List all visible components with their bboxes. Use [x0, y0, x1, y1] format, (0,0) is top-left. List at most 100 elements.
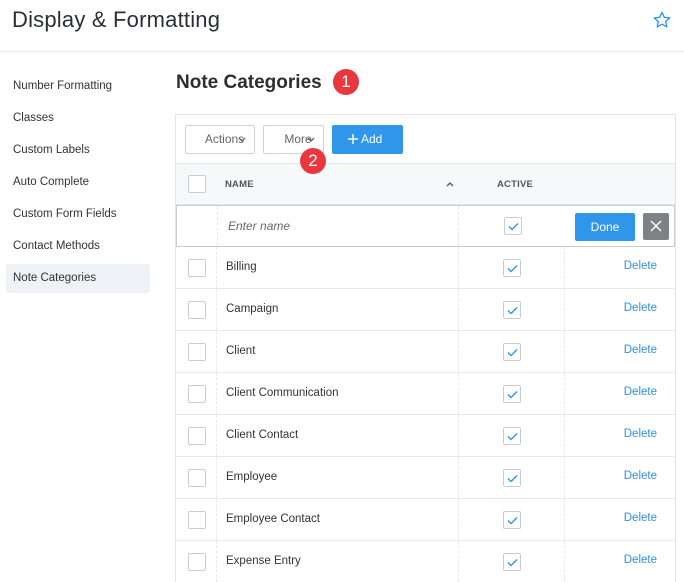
- row-active-checkbox[interactable]: [503, 301, 521, 319]
- cell-divider: [458, 247, 459, 288]
- category-name: Client: [226, 345, 256, 357]
- cell-divider: [564, 541, 565, 582]
- cancel-button[interactable]: [643, 213, 669, 240]
- star-icon[interactable]: [652, 10, 672, 30]
- checkmark-icon: [507, 433, 518, 441]
- cell-divider: [458, 331, 459, 372]
- cell-divider: [564, 499, 565, 540]
- delete-link[interactable]: Delete: [624, 554, 657, 566]
- row-select-checkbox[interactable]: [188, 427, 206, 445]
- row-active-checkbox[interactable]: [503, 259, 521, 277]
- checkmark-icon: [507, 349, 518, 357]
- cell-divider: [458, 289, 459, 330]
- table-toolbar: Actions More Add: [176, 115, 675, 163]
- table-row: Client Communication Delete: [176, 373, 675, 415]
- column-header-active[interactable]: ACTIVE: [497, 179, 533, 190]
- cell-divider: [458, 373, 459, 414]
- table-row: Employee Delete: [176, 457, 675, 499]
- row-select-checkbox[interactable]: [188, 469, 206, 487]
- select-all-checkbox[interactable]: [188, 175, 206, 193]
- table-row: Campaign Delete: [176, 289, 675, 331]
- category-name: Campaign: [226, 303, 279, 315]
- add-button[interactable]: Add: [332, 125, 403, 154]
- actions-dropdown[interactable]: Actions: [185, 125, 255, 154]
- sort-ascending-icon[interactable]: [446, 181, 454, 187]
- chevron-down-icon: [238, 137, 246, 142]
- row-select-checkbox[interactable]: [188, 511, 206, 529]
- row-select-checkbox[interactable]: [188, 259, 206, 277]
- row-active-checkbox[interactable]: [503, 385, 521, 403]
- sidebar-item-classes[interactable]: Classes: [6, 104, 150, 133]
- checkmark-icon: [507, 307, 518, 315]
- table-row: Client Contact Delete: [176, 415, 675, 457]
- checkmark-icon: [507, 265, 518, 273]
- column-header-name[interactable]: NAME: [225, 179, 254, 190]
- cell-divider: [564, 289, 565, 330]
- cell-divider: [564, 415, 565, 456]
- checkmark-icon: [507, 475, 518, 483]
- cell-divider: [216, 373, 217, 414]
- delete-link[interactable]: Delete: [624, 470, 657, 482]
- sidebar-item-custom-form-fields[interactable]: Custom Form Fields: [6, 200, 150, 229]
- checkmark-icon: [507, 391, 518, 399]
- sidebar-item-number-formatting[interactable]: Number Formatting: [6, 72, 150, 101]
- cell-divider: [216, 289, 217, 330]
- plus-icon: [348, 134, 358, 144]
- category-name: Expense Entry: [226, 555, 301, 567]
- annotation-badge-1: 1: [333, 69, 359, 95]
- cell-divider: [564, 457, 565, 498]
- row-active-checkbox[interactable]: [503, 553, 521, 571]
- close-icon: [650, 220, 662, 232]
- category-name: Employee: [226, 471, 278, 483]
- table-row: Billing Delete: [176, 247, 675, 289]
- table-header: NAME ACTIVE: [176, 163, 675, 205]
- note-categories-table: Actions More Add NAME ACTIVE Done Billin…: [175, 114, 676, 582]
- delete-link[interactable]: Delete: [624, 302, 657, 314]
- row-select-checkbox[interactable]: [188, 301, 206, 319]
- sidebar-item-custom-labels[interactable]: Custom Labels: [6, 136, 150, 165]
- delete-link[interactable]: Delete: [624, 260, 657, 272]
- cell-divider: [216, 247, 217, 288]
- done-button[interactable]: Done: [575, 213, 635, 241]
- page-title: Display & Formatting: [12, 7, 221, 32]
- delete-link[interactable]: Delete: [624, 344, 657, 356]
- row-select-checkbox[interactable]: [188, 343, 206, 361]
- sidebar-item-auto-complete[interactable]: Auto Complete: [6, 168, 150, 197]
- cell-divider: [564, 373, 565, 414]
- add-button-label: Add: [361, 132, 383, 146]
- category-name: Client Contact: [226, 429, 299, 441]
- cell-divider: [458, 499, 459, 540]
- delete-link[interactable]: Delete: [624, 386, 657, 398]
- cell-divider: [216, 457, 217, 498]
- delete-link[interactable]: Delete: [624, 428, 657, 440]
- cell-divider: [458, 457, 459, 498]
- row-active-checkbox[interactable]: [503, 469, 521, 487]
- row-active-checkbox[interactable]: [503, 427, 521, 445]
- annotation-badge-2: 2: [300, 148, 326, 174]
- delete-link[interactable]: Delete: [624, 512, 657, 524]
- cell-divider: [458, 541, 459, 582]
- checkmark-icon: [508, 223, 519, 231]
- category-name: Employee Contact: [226, 513, 320, 525]
- row-active-checkbox[interactable]: [503, 343, 521, 361]
- chevron-down-icon: [307, 137, 315, 142]
- cell-divider: [216, 415, 217, 456]
- cell-divider: [564, 247, 565, 288]
- row-select-checkbox[interactable]: [188, 553, 206, 571]
- new-category-row: Done: [176, 205, 675, 247]
- category-name: Client Communication: [226, 387, 339, 399]
- sidebar-item-note-categories[interactable]: Note Categories: [6, 264, 150, 293]
- new-category-name-input[interactable]: [217, 206, 459, 246]
- cell-divider: [216, 331, 217, 372]
- row-select-checkbox[interactable]: [188, 385, 206, 403]
- sidebar-item-contact-methods[interactable]: Contact Methods: [6, 232, 150, 261]
- checkmark-icon: [507, 517, 518, 525]
- cell-divider: [216, 541, 217, 582]
- page-header: Display & Formatting: [0, 0, 684, 52]
- table-row: Expense Entry Delete: [176, 541, 675, 582]
- new-category-active-checkbox[interactable]: [504, 217, 522, 235]
- row-active-checkbox[interactable]: [503, 511, 521, 529]
- section-title: Note Categories: [176, 72, 322, 93]
- checkmark-icon: [507, 559, 518, 567]
- category-name: Billing: [226, 261, 257, 273]
